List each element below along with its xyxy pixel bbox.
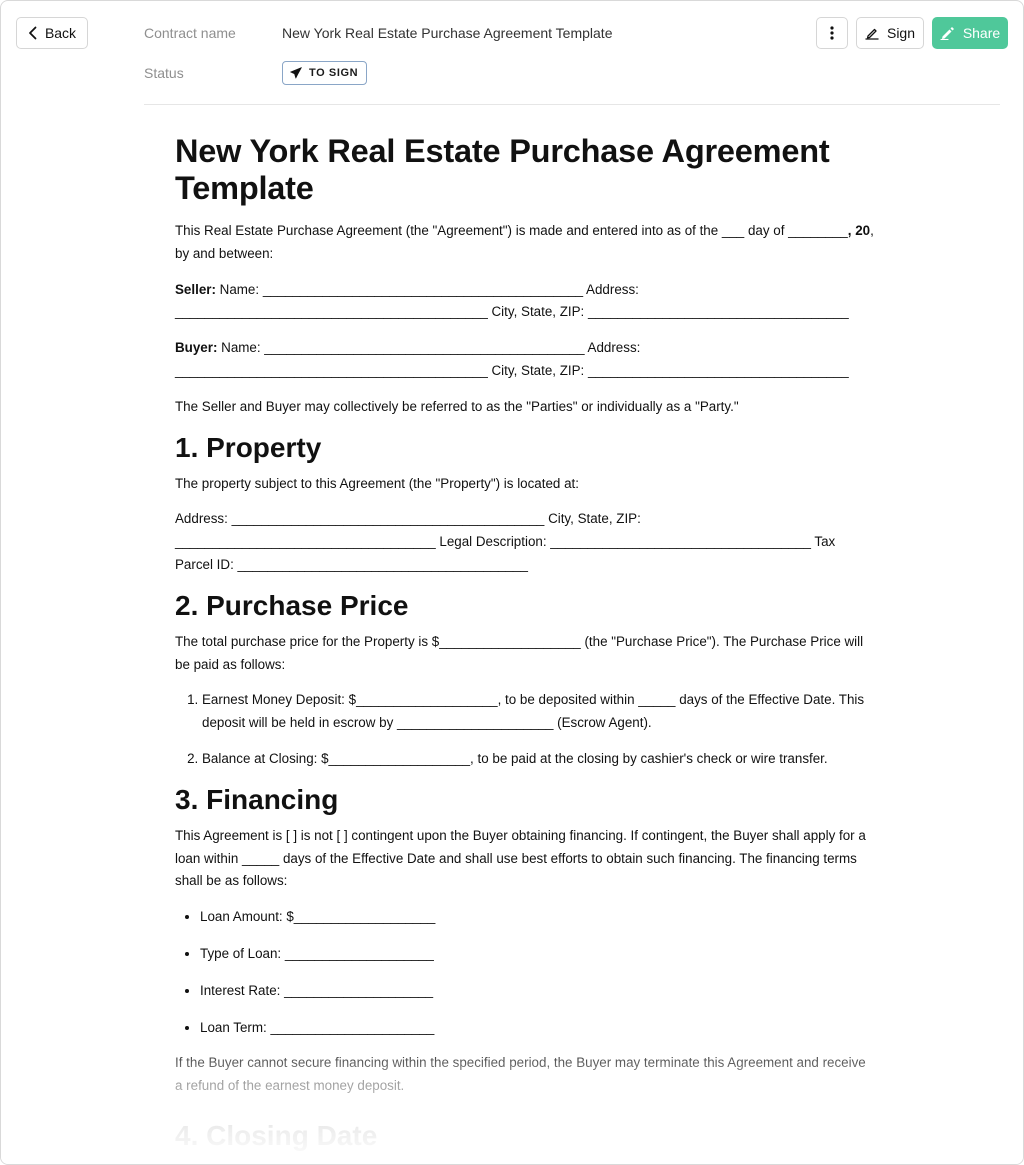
intro-text: This Real Estate Purchase Agreement (the… — [175, 223, 848, 238]
sign-button[interactable]: Sign — [856, 17, 924, 49]
header-divider — [144, 104, 1000, 105]
list-item: Balance at Closing: $___________________… — [202, 748, 875, 771]
section-heading-financing: 3. Financing — [175, 783, 339, 815]
status-label: Status — [144, 65, 184, 81]
purchase-price-paragraph: The total purchase price for the Propert… — [175, 633, 864, 672]
document-body: New York Real Estate Purchase Agreement … — [175, 133, 875, 1161]
seller-fields: Name: __________________________________… — [175, 281, 849, 320]
list-item: Loan Term: ______________________ — [200, 1017, 875, 1040]
vertical-dots-icon — [830, 26, 834, 40]
status-badge-label: TO SIGN — [309, 67, 359, 79]
document-title: New York Real Estate Purchase Agreement … — [175, 133, 830, 206]
seller-label: Seller: — [175, 281, 216, 297]
section-heading-closing-date: 4. Closing Date — [175, 1119, 378, 1151]
contract-name-value: New York Real Estate Purchase Agreement … — [282, 25, 613, 41]
share-button[interactable]: Share — [932, 17, 1008, 49]
intro-year-bold: , 20 — [847, 223, 871, 238]
share-sign-icon — [940, 26, 954, 40]
buyer-fields: Name: __________________________________… — [175, 340, 849, 378]
list-item: Interest Rate: ____________________ — [200, 980, 875, 1003]
section-heading-purchase-price: 2. Purchase Price — [175, 589, 409, 621]
back-button-label: Back — [44, 25, 77, 41]
buyer-label: Buyer: — [175, 340, 218, 356]
list-item: Loan Amount: $___________________ — [200, 906, 875, 929]
buyer-paragraph: Buyer: Name: ___________________________… — [175, 337, 875, 383]
payment-terms-list: Earnest Money Deposit: $________________… — [175, 689, 875, 770]
section-heading-property: 1. Property — [175, 431, 322, 463]
property-intro-paragraph: The property subject to this Agreement (… — [175, 475, 579, 491]
share-button-label: Share — [962, 25, 1001, 41]
list-item: Earnest Money Deposit: $________________… — [202, 689, 875, 735]
pen-signature-icon — [865, 28, 879, 40]
financing-paragraph: This Agreement is [ ] is not [ ] conting… — [175, 827, 866, 889]
list-item: Type of Loan: ____________________ — [200, 943, 875, 966]
sign-button-label: Sign — [886, 25, 916, 41]
financing-termination-paragraph: If the Buyer cannot secure financing wit… — [175, 1055, 866, 1094]
status-badge: TO SIGN — [282, 61, 368, 85]
app-window: Back Contract name New York Real Estate … — [0, 0, 1024, 1165]
seller-paragraph: Seller: Name: __________________________… — [175, 279, 875, 325]
more-options-button[interactable] — [816, 17, 848, 49]
financing-terms-list: Loan Amount: $___________________ Type o… — [175, 906, 875, 1039]
chevron-left-icon — [29, 26, 37, 40]
intro-paragraph: This Real Estate Purchase Agreement (the… — [175, 220, 875, 266]
property-fields-paragraph: Address: _______________________________… — [175, 511, 836, 572]
parties-paragraph: The Seller and Buyer may collectively be… — [175, 398, 739, 414]
contract-name-label: Contract name — [144, 25, 236, 41]
back-button[interactable]: Back — [16, 17, 88, 49]
paper-plane-icon — [290, 67, 302, 79]
